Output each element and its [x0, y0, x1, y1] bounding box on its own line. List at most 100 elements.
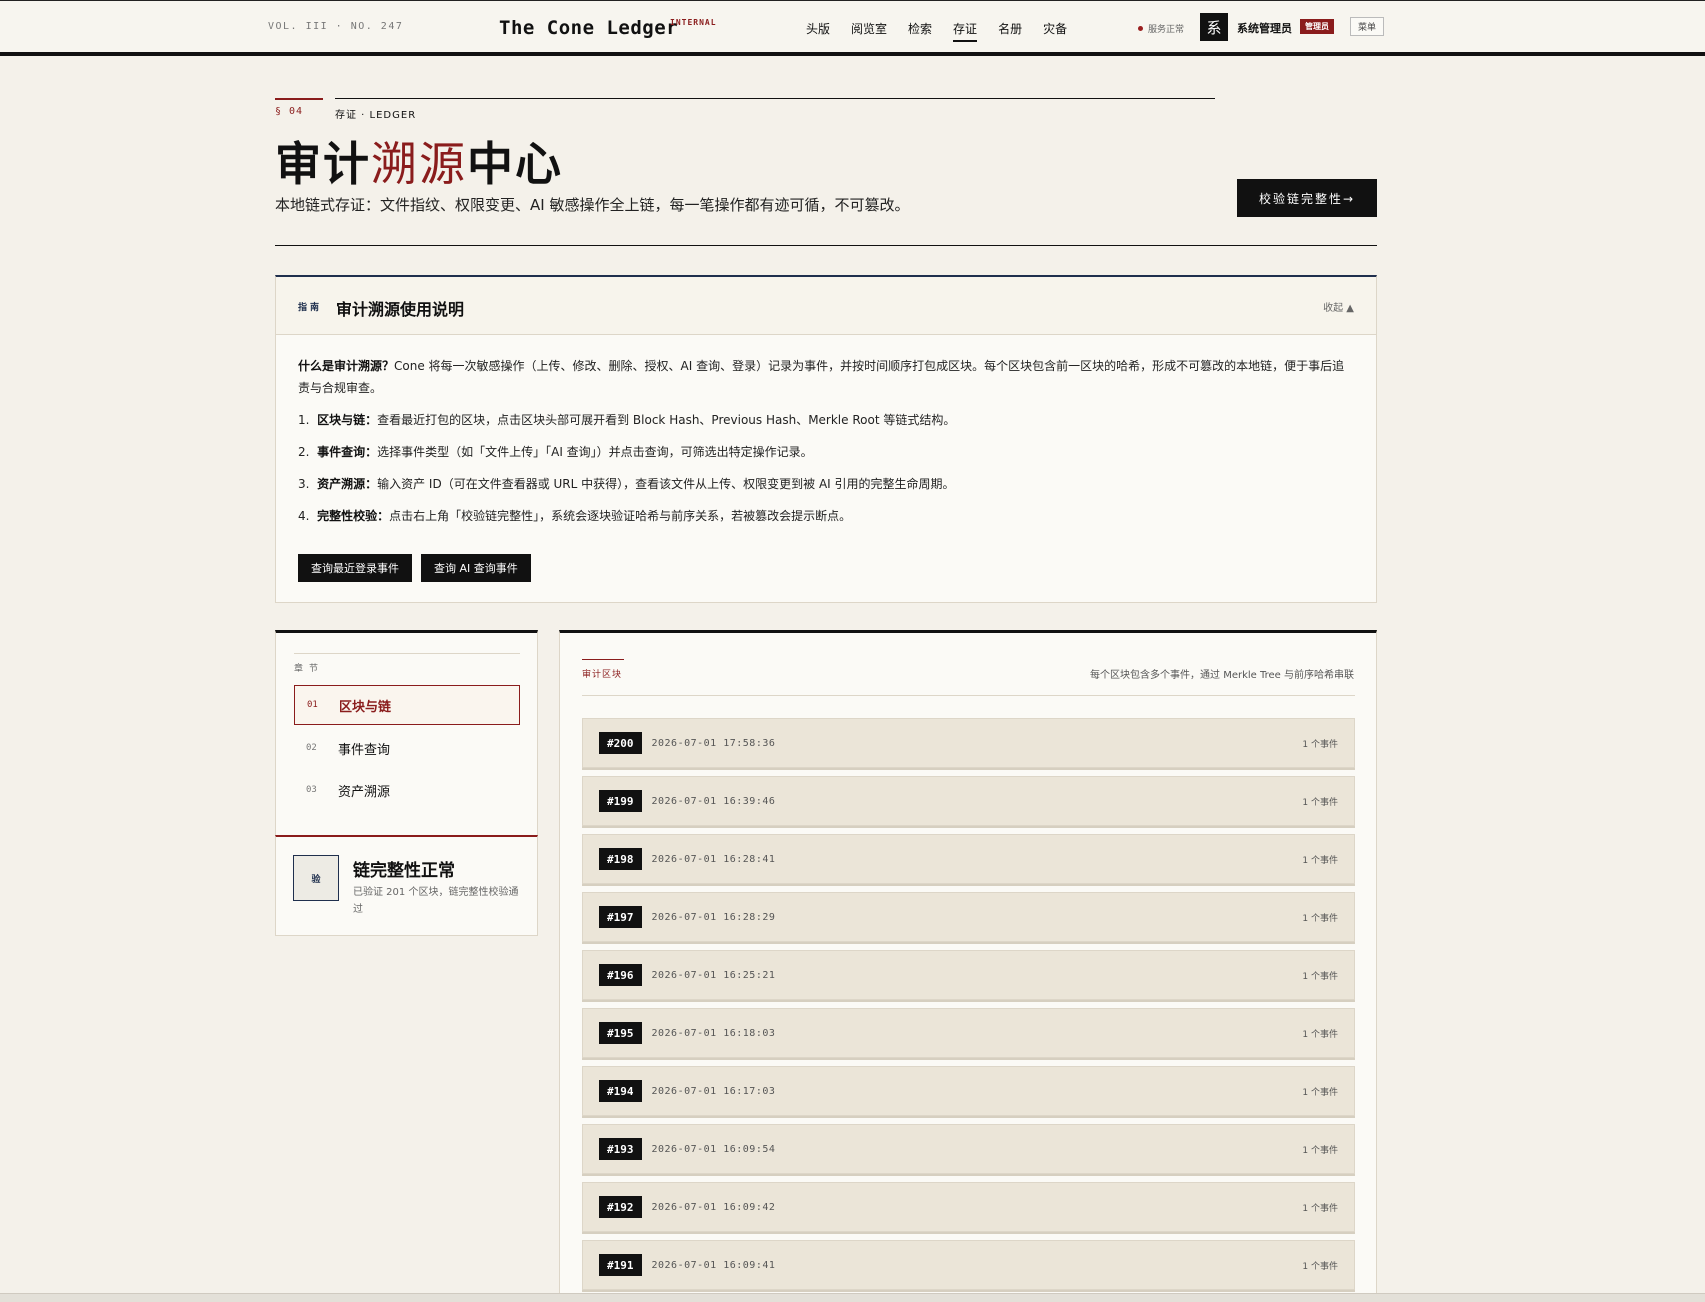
toc-item-label: 资产溯源	[338, 784, 391, 800]
brand-logo[interactable]: The Cone Ledger	[499, 17, 678, 39]
service-status: 服务正常	[1138, 22, 1184, 35]
block-event-count: 1 个事件	[1302, 855, 1338, 866]
menu-button[interactable]: 菜单	[1350, 17, 1384, 36]
block-id: #197	[599, 906, 642, 928]
guide-title: 审计溯源使用说明	[336, 300, 465, 319]
block-row[interactable]: #194 2026-07-01 16:17:03 1 个事件	[582, 1066, 1355, 1116]
chapter-nav: 章节 01 区块与链 02 事件查询 03 资产溯源	[275, 630, 538, 836]
nav-item-backup[interactable]: 灾备	[1043, 20, 1067, 42]
guide-body: 什么是审计溯源？Cone 将每一次敏感操作（上传、修改、删除、授权、AI 查询、…	[276, 335, 1376, 557]
block-row[interactable]: #191 2026-07-01 16:09:41 1 个事件	[582, 1240, 1355, 1290]
step-number: 1.	[298, 413, 310, 427]
block-row[interactable]: #196 2026-07-01 16:25:21 1 个事件	[582, 950, 1355, 1000]
query-ai-events-button[interactable]: 查询 AI 查询事件	[421, 554, 531, 582]
block-row[interactable]: #193 2026-07-01 16:09:54 1 个事件	[582, 1124, 1355, 1174]
section-rule	[335, 98, 1215, 99]
nav-item-reading[interactable]: 阅览室	[851, 20, 887, 42]
header-divider	[275, 245, 1377, 246]
block-row[interactable]: #197 2026-07-01 16:28:29 1 个事件	[582, 892, 1355, 942]
block-timestamp: 2026-07-01 16:09:54	[651, 1143, 776, 1155]
role-badge: 管理员	[1300, 19, 1334, 34]
block-timestamp: 2026-07-01 16:09:41	[651, 1259, 776, 1271]
main-nav: 头版 阅览室 检索 存证 名册 灾备	[806, 20, 1088, 42]
guide-intro: 什么是审计溯源？Cone 将每一次敏感操作（上传、修改、删除、授权、AI 查询、…	[298, 355, 1354, 399]
block-id: #199	[599, 790, 642, 812]
step-title: 资产溯源：	[317, 477, 378, 491]
blocks-hint: 每个区块包含多个事件，通过 Merkle Tree 与前序哈希串联	[1090, 670, 1354, 681]
toc-item-number: 01	[307, 700, 318, 710]
block-id: #193	[599, 1138, 642, 1160]
nav-item-search[interactable]: 检索	[908, 20, 932, 42]
block-row[interactable]: #195 2026-07-01 16:18:03 1 个事件	[582, 1008, 1355, 1058]
verify-icon: 验	[293, 855, 339, 901]
title-accent: 溯源	[371, 137, 467, 191]
toc-rule	[294, 653, 520, 654]
block-timestamp: 2026-07-01 17:58:36	[651, 737, 776, 749]
block-event-count: 1 个事件	[1302, 739, 1338, 750]
nav-item-front[interactable]: 头版	[806, 20, 830, 42]
title-part-b: 中心	[467, 137, 563, 191]
block-id: #192	[599, 1196, 642, 1218]
block-event-count: 1 个事件	[1302, 1087, 1338, 1098]
step-title: 完整性校验：	[317, 509, 390, 523]
blocks-divider	[582, 695, 1355, 696]
toc-item-events[interactable]: 02 事件查询	[294, 728, 520, 768]
block-event-count: 1 个事件	[1302, 971, 1338, 982]
title-part-a: 审计	[275, 137, 371, 191]
toc-item-blocks[interactable]: 01 区块与链	[294, 685, 520, 725]
step-text: 选择事件类型（如「文件上传」「AI 查询」）并点击查询，可筛选出特定操作记录。	[377, 445, 813, 459]
nav-item-ledger[interactable]: 存证	[953, 20, 978, 42]
block-id: #198	[599, 848, 642, 870]
step-text: 查看最近打包的区块，点击区块头部可展开看到 Block Hash、Previou…	[377, 413, 956, 427]
guide-intro-text: Cone 将每一次敏感操作（上传、修改、删除、授权、AI 查询、登录）记录为事件…	[298, 359, 1345, 395]
avatar[interactable]: 系	[1200, 13, 1228, 41]
block-row[interactable]: #199 2026-07-01 16:39:46 1 个事件	[582, 776, 1355, 826]
section-accent-rule	[275, 98, 323, 100]
block-event-count: 1 个事件	[1302, 797, 1338, 808]
block-row[interactable]: #200 2026-07-01 17:58:36 1 个事件	[582, 718, 1355, 768]
section-label: 存证 · LEDGER	[335, 110, 417, 121]
verify-chain-button[interactable]: 校验链完整性→	[1237, 179, 1377, 217]
collapse-toggle[interactable]: 收起 ▲	[1323, 299, 1354, 314]
horizontal-scrollbar[interactable]	[0, 1293, 1705, 1302]
guide-header[interactable]: 指南 审计溯源使用说明 收起 ▲	[276, 277, 1376, 335]
tab-audit-blocks[interactable]: 审计区块	[582, 667, 622, 680]
integrity-status-card: 验 链完整性正常 已验证 201 个区块，链完整性校验通过	[275, 835, 538, 936]
toc-heading: 章节	[294, 664, 325, 674]
integrity-desc: 已验证 201 个区块，链完整性校验通过	[353, 887, 519, 915]
block-id: #191	[599, 1254, 642, 1276]
page-title: 审计溯源中心	[275, 128, 563, 194]
block-timestamp: 2026-07-01 16:28:41	[651, 853, 776, 865]
step-number: 3.	[298, 477, 310, 491]
block-id: #196	[599, 964, 642, 986]
usage-guide-panel: 指南 审计溯源使用说明 收起 ▲ 什么是审计溯源？Cone 将每一次敏感操作（上…	[275, 275, 1377, 603]
step-title: 事件查询：	[317, 445, 378, 459]
block-timestamp: 2026-07-01 16:39:46	[651, 795, 776, 807]
toc-item-number: 03	[306, 785, 317, 795]
block-row[interactable]: #192 2026-07-01 16:09:42 1 个事件	[582, 1182, 1355, 1232]
status-dot-icon	[1138, 26, 1143, 31]
query-login-events-button[interactable]: 查询最近登录事件	[298, 554, 412, 582]
block-row[interactable]: #198 2026-07-01 16:28:41 1 个事件	[582, 834, 1355, 884]
step-title: 区块与链：	[317, 413, 378, 427]
page-subtitle: 本地链式存证：文件指纹、权限变更、AI 敏感操作全上链，每一笔操作都有迹可循，不…	[275, 196, 910, 214]
step-number: 4.	[298, 509, 310, 523]
toc-item-number: 02	[306, 743, 317, 753]
volume-label: VOL. III · NO. 247	[268, 21, 404, 32]
user-name: 系统管理员	[1237, 22, 1292, 35]
guide-step: 4. 完整性校验：点击右上角「校验链完整性」，系统会逐块验证哈希与前序关系，若被…	[298, 505, 1354, 527]
section-number: § 04	[275, 106, 304, 117]
top-bar: VOL. III · NO. 247 The Cone Ledger INTER…	[0, 0, 1705, 56]
block-timestamp: 2026-07-01 16:25:21	[651, 969, 776, 981]
guide-step: 2. 事件查询：选择事件类型（如「文件上传」「AI 查询」）并点击查询，可筛选出…	[298, 441, 1354, 463]
status-text: 服务正常	[1148, 25, 1185, 35]
block-event-count: 1 个事件	[1302, 1203, 1338, 1214]
toc-item-label: 事件查询	[338, 742, 391, 758]
block-id: #195	[599, 1022, 642, 1044]
nav-item-roster[interactable]: 名册	[998, 20, 1022, 42]
block-timestamp: 2026-07-01 16:18:03	[651, 1027, 776, 1039]
guide-steps: 1. 区块与链：查看最近打包的区块，点击区块头部可展开看到 Block Hash…	[298, 409, 1354, 527]
guide-actions: 查询最近登录事件 查询 AI 查询事件	[298, 554, 531, 582]
toc-item-label: 区块与链	[339, 699, 392, 715]
toc-item-assets[interactable]: 03 资产溯源	[294, 770, 520, 810]
